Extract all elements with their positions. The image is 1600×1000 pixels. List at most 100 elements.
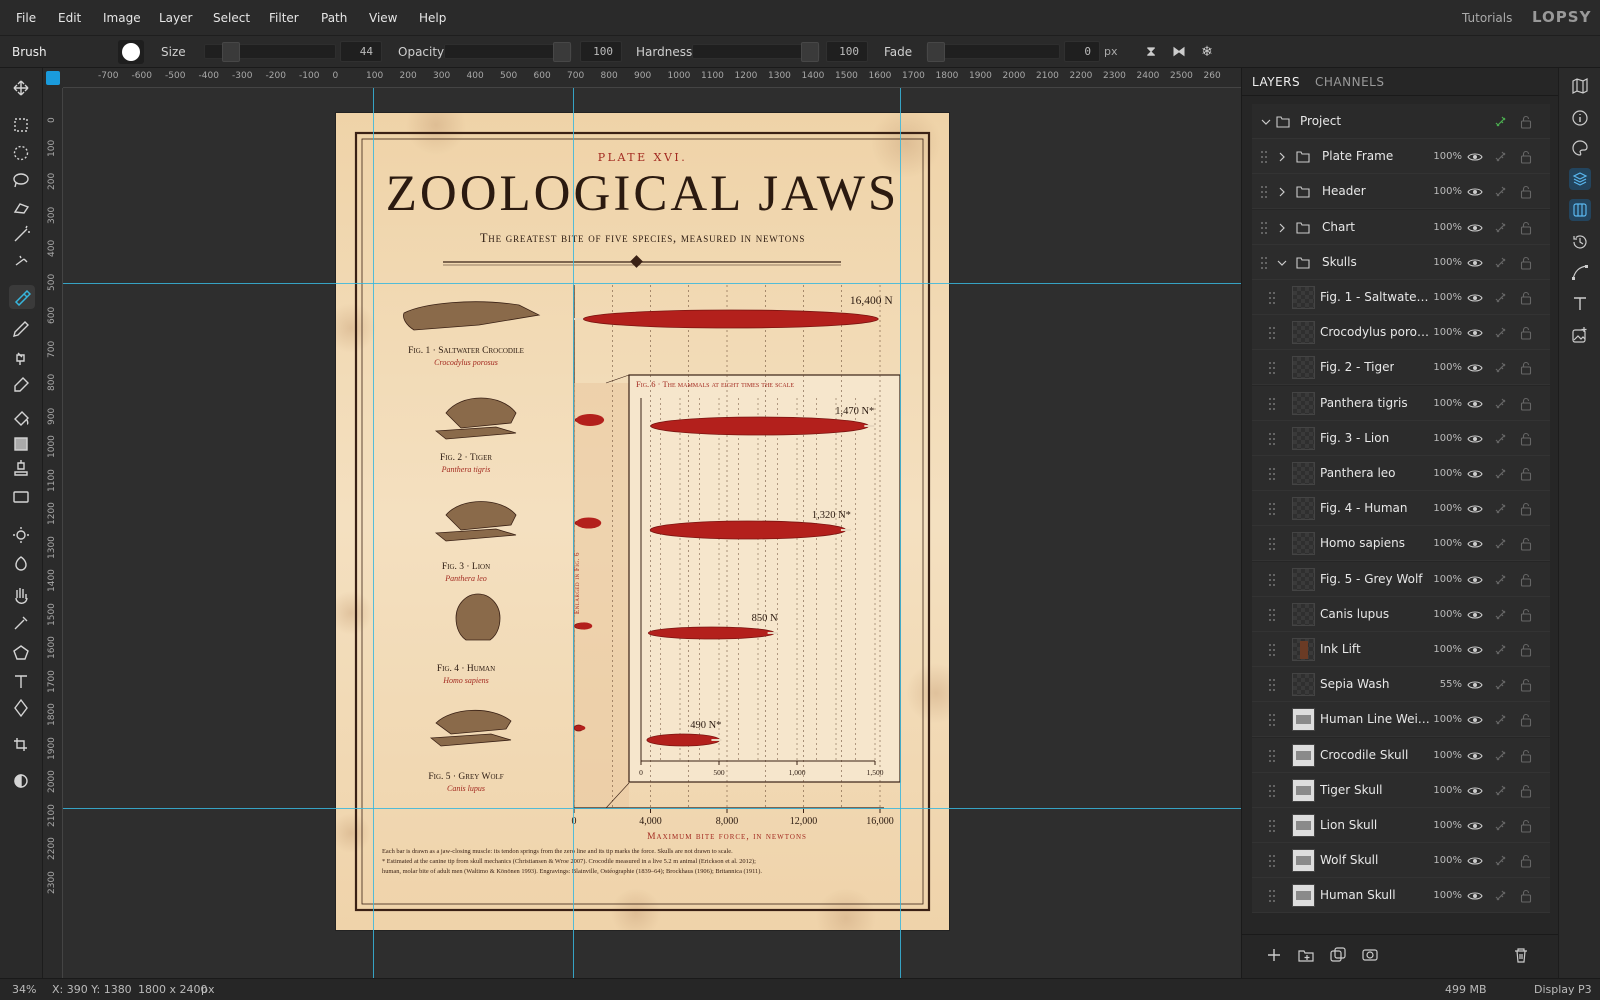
link-icon[interactable] (1494, 115, 1508, 129)
link-icon[interactable] (1494, 291, 1508, 305)
guide-vertical[interactable] (573, 88, 574, 978)
menu-edit[interactable]: Edit (58, 11, 81, 25)
layer-row-2[interactable]: Header 100% (1252, 174, 1550, 210)
link-icon[interactable] (1494, 749, 1508, 763)
link-icon[interactable] (1494, 713, 1508, 727)
burn-icon[interactable] (15, 556, 27, 571)
link-icon[interactable] (1494, 150, 1508, 164)
link-icon[interactable] (1494, 537, 1508, 551)
eye-icon[interactable] (1467, 608, 1483, 622)
drag-handle-icon[interactable] (1268, 784, 1276, 798)
map-icon[interactable] (1570, 76, 1590, 96)
layer-row-9[interactable]: Fig. 3 - Lion 100% (1252, 420, 1550, 456)
move-tool-icon[interactable] (13, 80, 29, 96)
layer-row-19[interactable]: Tiger Skull 100% (1252, 772, 1550, 808)
menu-file[interactable]: File (16, 11, 36, 25)
eye-icon[interactable] (1467, 749, 1483, 763)
menu-path[interactable]: Path (321, 11, 347, 25)
layer-row-0[interactable]: Project (1252, 104, 1550, 139)
eraser-icon[interactable] (14, 377, 29, 392)
layer-row-3[interactable]: Chart 100% (1252, 209, 1550, 245)
link-icon[interactable] (1494, 467, 1508, 481)
marquee-rect-icon[interactable] (14, 118, 28, 132)
tab-channels[interactable]: CHANNELS (1315, 75, 1384, 89)
chevron-right-icon[interactable] (1276, 151, 1288, 163)
fade-input[interactable]: 0 (1064, 41, 1100, 62)
eye-icon[interactable] (1467, 326, 1483, 340)
eye-icon[interactable] (1467, 678, 1483, 692)
guide-vertical[interactable] (373, 88, 374, 978)
lock-icon[interactable] (1520, 678, 1532, 692)
character-icon[interactable] (1570, 294, 1590, 314)
lock-icon[interactable] (1520, 608, 1532, 622)
layers-panel-toggle[interactable] (1569, 168, 1591, 190)
layer-row-4[interactable]: Skulls 100% (1252, 244, 1550, 280)
eye-icon[interactable] (1467, 573, 1483, 587)
drag-handle-icon[interactable] (1268, 502, 1276, 516)
menu-image[interactable]: Image (103, 11, 141, 25)
size-slider-knob[interactable] (222, 42, 240, 62)
lock-icon[interactable] (1520, 713, 1532, 727)
shape-icon[interactable] (13, 645, 29, 660)
drag-handle-icon[interactable] (1268, 819, 1276, 833)
paths-icon[interactable] (1570, 263, 1590, 283)
lock-icon[interactable] (1520, 221, 1532, 235)
hardness-slider[interactable] (692, 42, 820, 62)
tutorials-link[interactable]: Tutorials (1462, 11, 1512, 25)
stamp-icon[interactable] (14, 460, 28, 476)
link-icon[interactable] (1494, 643, 1508, 657)
eye-icon[interactable] (1467, 256, 1483, 270)
lock-icon[interactable] (1520, 361, 1532, 375)
polygon-lasso-icon[interactable] (13, 203, 30, 214)
brush-tool-button[interactable] (9, 285, 35, 309)
gradient-icon[interactable] (14, 437, 28, 451)
hardness-slider-knob[interactable] (801, 42, 819, 62)
lock-icon[interactable] (1520, 432, 1532, 446)
lock-icon[interactable] (1520, 115, 1532, 129)
history-icon[interactable] (1570, 232, 1590, 252)
link-icon[interactable] (1494, 221, 1508, 235)
eye-icon[interactable] (1467, 185, 1483, 199)
pen-tool-icon[interactable] (14, 698, 28, 718)
hand-icon[interactable] (15, 588, 28, 604)
link-icon[interactable] (1494, 678, 1508, 692)
drag-handle-icon[interactable] (1268, 749, 1276, 763)
lock-icon[interactable] (1520, 573, 1532, 587)
layer-row-13[interactable]: Fig. 5 - Grey Wolf 100% (1252, 561, 1550, 597)
layer-row-21[interactable]: Wolf Skull 100% (1252, 843, 1550, 879)
chevron-right-icon[interactable] (1276, 222, 1288, 234)
pencil-icon[interactable] (13, 321, 29, 337)
new-group-icon[interactable] (1298, 947, 1314, 963)
menu-layer[interactable]: Layer (159, 11, 192, 25)
quick-select-icon[interactable] (15, 255, 28, 266)
layer-row-11[interactable]: Fig. 4 - Human 100% (1252, 491, 1550, 527)
vertical-ruler[interactable]: 0 100 200 300 400 500 600 700 800 900 1000 1100 1200… (43, 88, 63, 978)
link-icon[interactable] (1494, 326, 1508, 340)
layer-mask-icon[interactable] (1362, 947, 1378, 963)
link-icon[interactable] (1494, 185, 1508, 199)
crop-icon[interactable] (14, 738, 27, 751)
lock-icon[interactable] (1520, 150, 1532, 164)
eye-icon[interactable] (1467, 643, 1483, 657)
eyedropper-icon[interactable] (14, 616, 28, 630)
lasso-icon[interactable] (13, 173, 29, 188)
hardness-input[interactable]: 100 (826, 41, 868, 62)
menu-view[interactable]: View (369, 11, 397, 25)
chevron-down-icon[interactable] (1260, 117, 1272, 127)
magic-wand-icon[interactable] (14, 225, 30, 242)
keyboard-icon[interactable] (13, 491, 29, 503)
drag-handle-icon[interactable] (1268, 678, 1276, 692)
eye-icon[interactable] (1467, 397, 1483, 411)
layer-row-20[interactable]: Lion Skull 100% (1252, 808, 1550, 843)
eye-icon[interactable] (1467, 713, 1483, 727)
size-input[interactable]: 44 (340, 41, 382, 62)
lock-icon[interactable] (1520, 537, 1532, 551)
lock-icon[interactable] (1520, 397, 1532, 411)
bucket-icon[interactable] (14, 411, 29, 426)
drag-handle-icon[interactable] (1268, 361, 1276, 375)
link-icon[interactable] (1494, 361, 1508, 375)
lock-icon[interactable] (1520, 889, 1532, 903)
layer-row-14[interactable]: Canis lupus 100% (1252, 596, 1550, 632)
guide-horizontal[interactable] (63, 283, 1241, 284)
size-slider[interactable] (204, 42, 336, 62)
